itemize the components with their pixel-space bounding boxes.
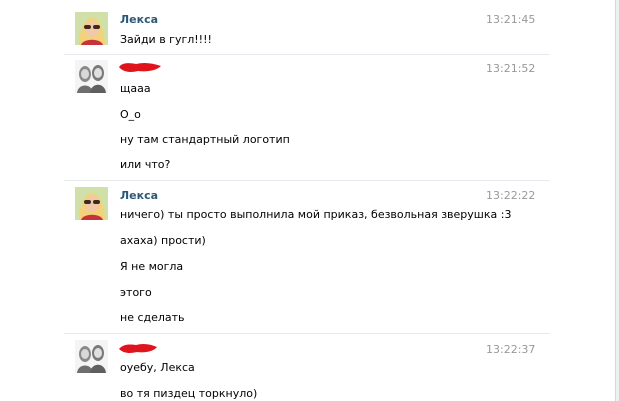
avatar[interactable] [75, 187, 108, 220]
message-text: Я не могла [120, 260, 184, 273]
message-text: ничего) ты просто выполнила мой приказ, … [120, 208, 512, 221]
message-timestamp: 13:22:37 [486, 343, 536, 356]
message-text: не сделать [120, 311, 185, 324]
message-divider [64, 180, 550, 181]
message-text: или что? [120, 158, 171, 171]
avatar[interactable] [75, 60, 108, 93]
message-text: ахаха) прости) [120, 234, 206, 247]
message-timestamp: 13:21:52 [486, 62, 536, 75]
message-text: ну там стандартный логотип [120, 133, 290, 146]
message-text: О_о [120, 108, 141, 121]
avatar[interactable] [75, 340, 108, 373]
message-divider [64, 333, 550, 334]
message-text: во тя пиздец торкнуло) [120, 387, 258, 400]
redacted-author-name [118, 341, 158, 358]
message-text: этого [120, 286, 152, 299]
redacted-author-name [118, 60, 162, 77]
message-text: оуебу, Лекса [120, 361, 195, 374]
avatar[interactable] [75, 12, 108, 45]
author-name[interactable]: Лекса [120, 189, 158, 202]
message-text: щааа [120, 82, 151, 95]
message-text: Зайди в гугл!!!! [120, 33, 212, 46]
author-name[interactable]: Лекса [120, 13, 158, 26]
right-scroll-edge [615, 0, 619, 401]
message-divider [64, 54, 550, 55]
message-timestamp: 13:22:22 [486, 189, 536, 202]
message-timestamp: 13:21:45 [486, 13, 536, 26]
